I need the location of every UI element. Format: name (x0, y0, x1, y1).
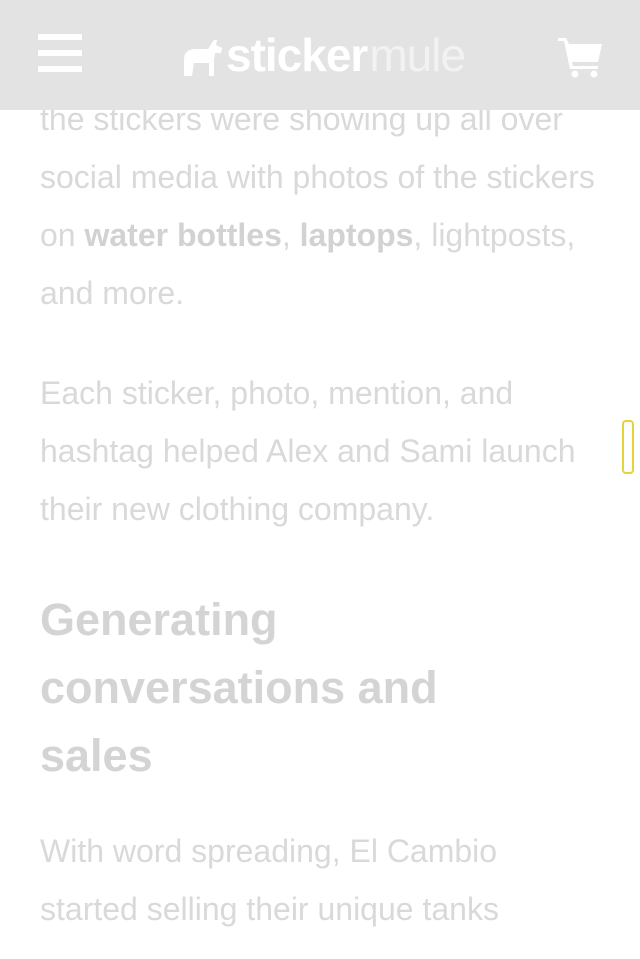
cart-glyph (558, 38, 602, 78)
water-bottles-link[interactable]: water bottles (84, 217, 281, 253)
article-paragraph: Each sticker, photo, mention, and hashta… (40, 375, 576, 527)
scroll-handle[interactable] (622, 420, 634, 474)
site-header: sticker mule (0, 0, 640, 110)
laptops-link[interactable]: laptops (300, 217, 414, 253)
article-body: the stickers were showing up all over so… (40, 90, 600, 938)
hamburger-menu-icon[interactable] (38, 34, 82, 74)
stickermule-logo[interactable]: sticker mule (180, 28, 466, 81)
logo-text-mule: mule (369, 29, 466, 81)
mule-logo-icon (184, 40, 222, 76)
article-paragraph: the stickers were showing up all over so… (40, 90, 600, 322)
paragraph-text: , (281, 217, 300, 253)
article-paragraph: With word spreading, El Cambio started s… (40, 833, 499, 927)
section-heading: Generating conversations and sales (40, 594, 438, 781)
shopping-cart-icon[interactable] (556, 34, 604, 78)
page: the stickers were showing up all over so… (0, 0, 640, 959)
logo-text-sticker: sticker (226, 29, 368, 81)
